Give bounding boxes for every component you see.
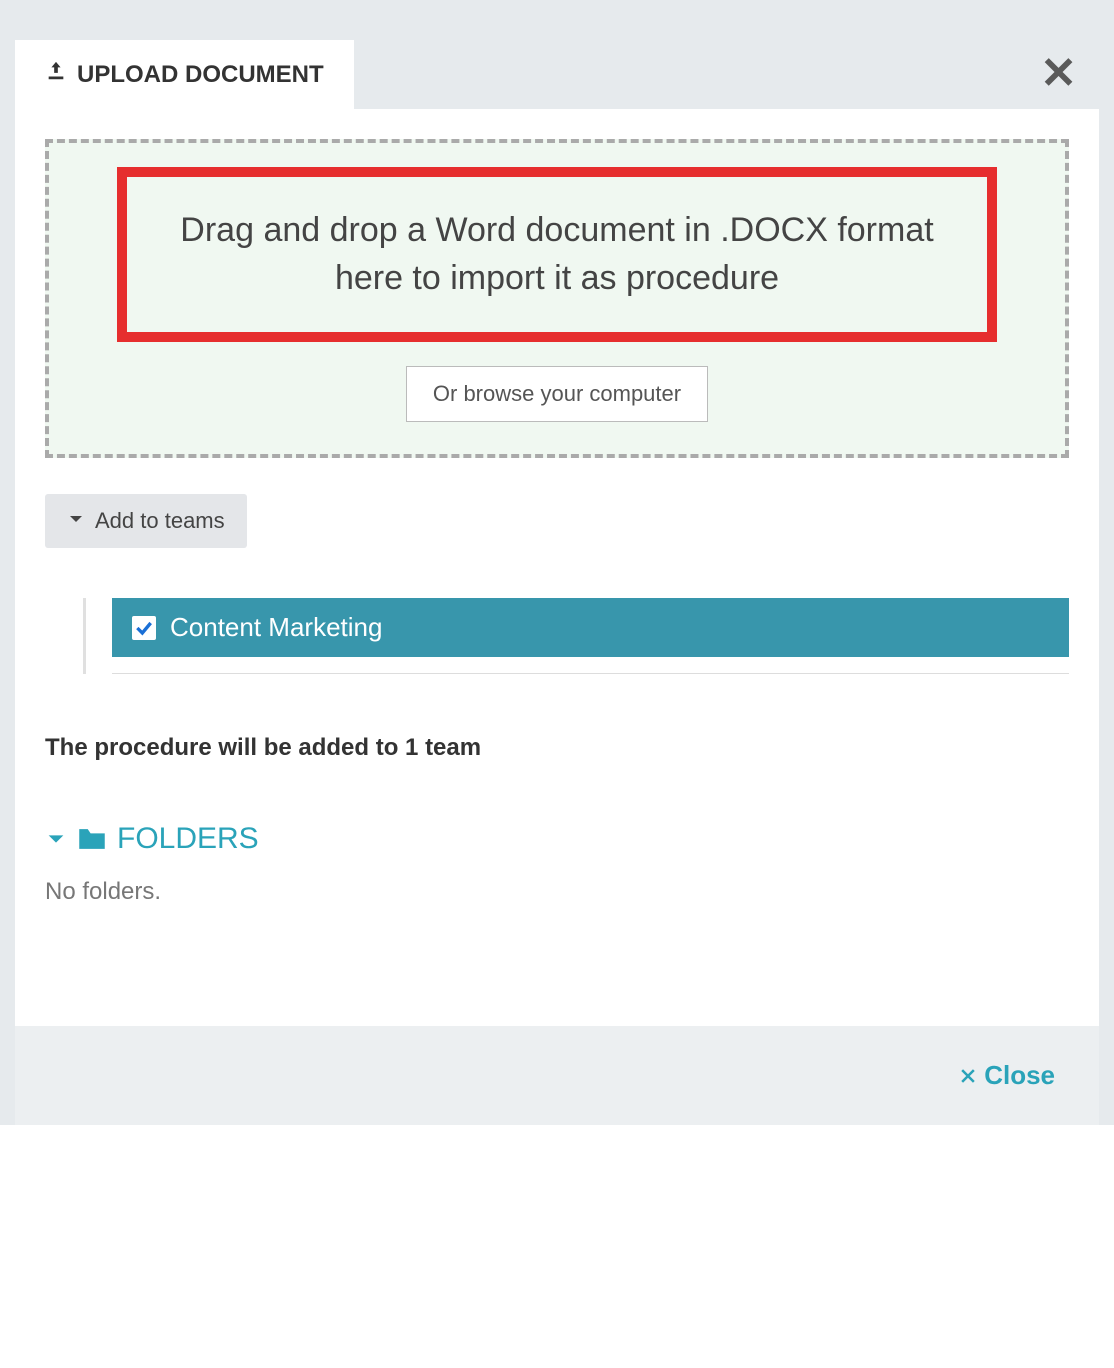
chevron-down-icon [67,508,85,534]
folders-empty-text: No folders. [45,878,1069,906]
add-to-teams-label: Add to teams [95,508,225,534]
upload-document-tab[interactable]: UPLOAD DOCUMENT [15,40,354,109]
close-link[interactable]: Close [958,1060,1055,1091]
drop-instructions: Drag and drop a Word document in .DOCX f… [167,207,947,302]
team-item-label: Content Marketing [170,612,382,643]
teams-list: Content Marketing [83,598,1069,674]
file-dropzone[interactable]: Drag and drop a Word document in .DOCX f… [45,139,1069,458]
close-link-label: Close [984,1060,1055,1091]
modal-body: Drag and drop a Word document in .DOCX f… [15,109,1099,1026]
team-item[interactable]: Content Marketing [112,598,1069,657]
upload-icon [45,60,67,89]
divider [112,673,1069,674]
modal-header: UPLOAD DOCUMENT ✕ [15,0,1099,109]
modal-footer: Close [15,1026,1099,1125]
team-checkbox[interactable] [132,616,156,640]
tab-label: UPLOAD DOCUMENT [77,61,324,89]
upload-document-modal: UPLOAD DOCUMENT ✕ Drag and drop a Word d… [0,0,1114,1125]
close-icon [958,1066,978,1086]
folder-icon [75,822,109,856]
chevron-down-icon [45,828,67,850]
folders-toggle[interactable]: FOLDERS [45,822,259,856]
add-to-teams-toggle[interactable]: Add to teams [45,494,247,548]
browse-computer-button[interactable]: Or browse your computer [406,366,708,422]
folders-label: FOLDERS [117,822,259,856]
team-summary-text: The procedure will be added to 1 team [45,734,1069,762]
close-button[interactable]: ✕ [1040,52,1099,96]
drop-text-highlight: Drag and drop a Word document in .DOCX f… [117,167,997,342]
